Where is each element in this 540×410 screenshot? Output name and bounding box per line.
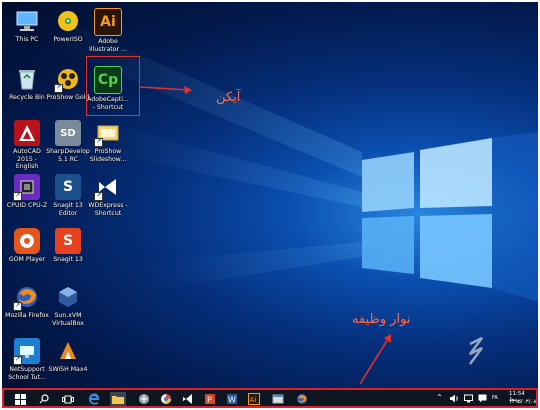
desktop-icon-illustrator[interactable]: Ai Adobe Illustrator ... (86, 8, 130, 53)
taskbar-file-explorer[interactable] (110, 392, 126, 406)
taskbar-firefox[interactable] (294, 392, 310, 406)
desktop-icon-this-pc[interactable]: This PC (5, 8, 49, 44)
desktop-icon-label: ProShow Slideshow... (89, 148, 127, 163)
desktop-icon-netsupport[interactable]: ↗ NetSupport School Tut... (5, 338, 49, 381)
desktop-icon-label: SWiSH Max4 (48, 366, 88, 373)
icon-annotation-label: آیکن (216, 90, 241, 105)
taskbar-word[interactable]: W (224, 392, 240, 406)
shortcut-arrow-icon: ↗ (94, 138, 103, 147)
this-pc-icon (14, 8, 40, 34)
desktop-icon-label: WDExpress - Shortcut (88, 202, 128, 217)
browser-icon (161, 394, 171, 404)
language-indicator[interactable]: FA (492, 395, 498, 401)
illustrator-taskbar-icon: Ai (248, 393, 260, 405)
recycle-bin-icon (14, 66, 40, 92)
desktop-icon-proshow-gold[interactable]: ↗ ProShow Gold (46, 66, 90, 102)
desktop-icon-recycle-bin[interactable]: Recycle Bin (5, 66, 49, 102)
edge-icon (89, 393, 99, 405)
desktop-icon-wdexpress[interactable]: ↗ WDExpress - Shortcut (86, 174, 130, 217)
desktop-icon-label: ProShow Gold (46, 94, 90, 101)
visual-studio-icon (183, 394, 192, 404)
taskbar-powerpoint[interactable]: P (202, 392, 218, 406)
svg-text:P: P (207, 396, 212, 405)
desktop-icon-snagit-editor[interactable]: S Snagit 13 Editor (46, 174, 90, 217)
snagit-editor-icon: S (55, 174, 81, 200)
windows-logo-icon (14, 393, 26, 405)
cpu-z-icon: ↗ (13, 174, 40, 201)
taskbar-app-browser[interactable] (158, 392, 174, 406)
desktop-icon-swish[interactable]: SWiSH Max4 (46, 338, 90, 374)
desktop-icon-label: PowerISO (53, 36, 83, 43)
task-view-button[interactable] (60, 392, 76, 406)
search-icon (39, 394, 49, 404)
sharpdevelop-icon: SD (55, 120, 81, 146)
desktop-icon-label: SharpDevelop 5.1 RC (46, 148, 90, 163)
taskbar-edge[interactable] (86, 392, 102, 406)
netsupport-icon: ↗ (13, 338, 40, 365)
shortcut-arrow-icon: ↗ (94, 192, 103, 201)
search-button[interactable] (36, 392, 52, 406)
taskbar-app-window[interactable] (270, 392, 286, 406)
desktop-icon-label: Adobe Illustrator ... (89, 38, 127, 53)
volume-icon[interactable] (450, 394, 459, 403)
snagit-icon: S (55, 228, 81, 254)
desktop-icon-label: AutoCAD 2015 - English (13, 148, 41, 170)
desktop-icon-proshow-slideshow[interactable]: ↗ ProShow Slideshow... (86, 120, 130, 163)
desktop-icon-label: Sun.xVM VirtualBox (52, 312, 84, 327)
word-icon: W (227, 394, 237, 405)
desktop-icon-label: GOM Player (8, 256, 46, 263)
wdexpress-icon: ↗ (94, 174, 121, 201)
start-button[interactable] (12, 392, 28, 406)
icon-highlight-box (86, 56, 140, 116)
clock-date[interactable]: ۱۳۹۵/۰۳/۰۸ (509, 399, 536, 405)
taskbar-app-network[interactable] (136, 392, 152, 406)
desktop-icon-cpu-z[interactable]: ↗ CPUID CPU-Z (5, 174, 49, 210)
firefox-taskbar-icon (297, 394, 307, 404)
poweriso-icon (55, 8, 81, 34)
desktop-icon-label: Recycle Bin (9, 94, 45, 101)
desktop-icon-virtualbox[interactable]: Sun.xVM VirtualBox (46, 284, 90, 327)
network-app-icon (139, 394, 149, 404)
proshow-slideshow-icon: ↗ (94, 120, 121, 147)
taskbar-illustrator[interactable]: Ai (246, 392, 262, 406)
autocad-icon (14, 120, 40, 146)
desktop-icon-autocad[interactable]: AutoCAD 2015 - English (5, 120, 49, 171)
notification-icon[interactable] (478, 394, 487, 403)
proshow-gold-icon: ↗ (54, 66, 81, 93)
task-view-icon (62, 395, 74, 403)
desktop-icon-label: CPUID CPU-Z (6, 202, 48, 209)
firefox-icon: ↗ (13, 284, 40, 311)
taskbar: P W Ai ⌃ FA 11:54 ب.ظ ۱۳۹۵/۰۳/۰۸ (2, 388, 538, 408)
desktop-icon-firefox[interactable]: ↗ Mozilla Firefox (5, 284, 49, 320)
svg-text:Ai: Ai (250, 396, 257, 404)
desktop-icon-snagit[interactable]: S Snagit 13 (46, 228, 90, 264)
desktop-icon-label: Snagit 13 (53, 256, 83, 263)
window-app-icon (272, 394, 284, 404)
swish-max-icon (55, 338, 81, 364)
desktop-icon-label: This PC (15, 36, 39, 43)
screen: This PC Recycle Bin AutoCAD 2015 - Engli… (0, 0, 540, 410)
desktop-icon-gom-player[interactable]: GOM Player (5, 228, 49, 264)
taskbar-annotation-label: نوار وظیفه (352, 312, 411, 327)
virtualbox-icon (55, 284, 81, 310)
desktop: This PC Recycle Bin AutoCAD 2015 - Engli… (2, 2, 538, 388)
desktop-icon-label: NetSupport School Tut... (8, 366, 46, 381)
desktop-icon-sharpdevelop[interactable]: SD SharpDevelop 5.1 RC (46, 120, 90, 163)
folder-icon (112, 396, 124, 404)
gom-player-icon (14, 228, 40, 254)
desktop-icon-poweriso[interactable]: PowerISO (46, 8, 90, 44)
tray-chevron-icon[interactable]: ⌃ (436, 393, 443, 402)
desktop-icon-label: Snagit 13 Editor (53, 202, 83, 217)
shortcut-arrow-icon: ↗ (13, 192, 22, 201)
shortcut-arrow-icon: ↗ (13, 302, 22, 311)
desktop-icon-label: Mozilla Firefox (5, 312, 49, 319)
network-icon[interactable] (464, 394, 473, 403)
shortcut-arrow-icon: ↗ (13, 356, 22, 365)
powerpoint-icon: P (205, 394, 215, 405)
illustrator-icon: Ai (94, 8, 122, 36)
svg-text:W: W (228, 396, 236, 405)
shortcut-arrow-icon: ↗ (54, 84, 63, 93)
taskbar-visual-studio[interactable] (180, 392, 196, 406)
